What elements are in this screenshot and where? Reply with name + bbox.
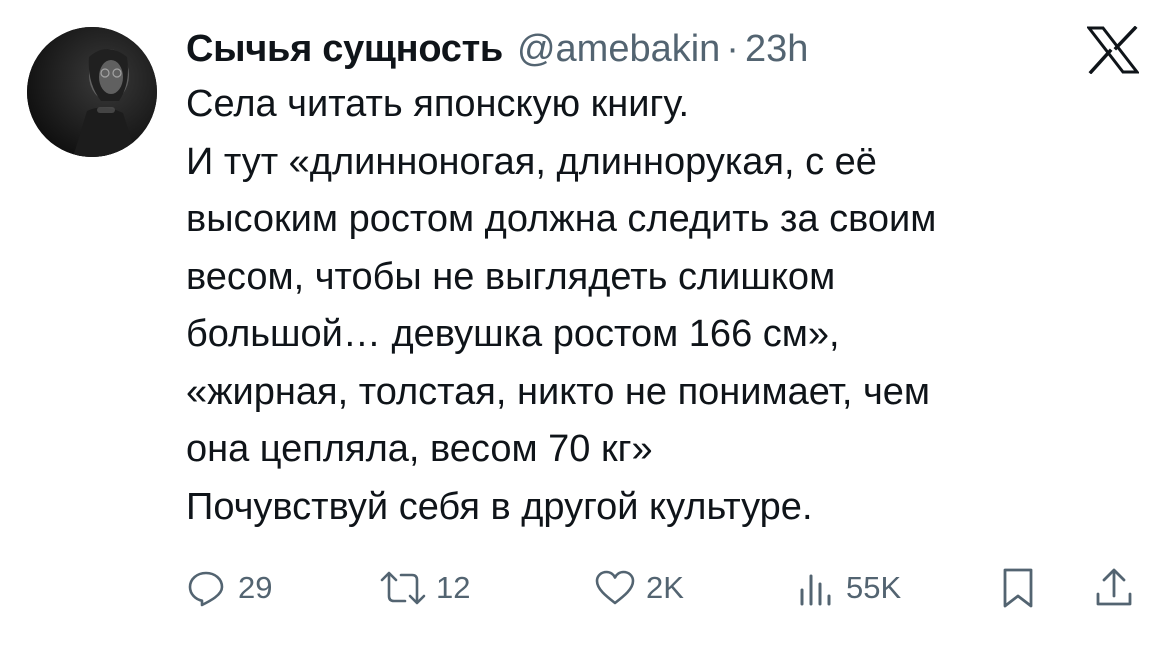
retweet-button[interactable]: 12 <box>378 560 470 616</box>
author-display-name[interactable]: Сычья сущность <box>186 24 503 74</box>
author-handle[interactable]: @amebakin <box>517 24 720 74</box>
reply-icon <box>188 571 224 607</box>
tweet-text-line: Почувствуй себя в другой культуре. <box>186 485 813 528</box>
tweet-text-line: И тут «длинноногая, длиннорукая, с её <box>186 140 877 183</box>
views-chart-icon <box>800 574 831 606</box>
reply-count: 29 <box>238 570 273 605</box>
reply-button[interactable]: 29 <box>186 560 272 616</box>
retweet-icon <box>380 571 426 605</box>
tweet-text-line: Села читать японскую книгу. <box>186 83 690 125</box>
tweet-text-line: большой… девушка ростом 166 см», <box>186 313 840 355</box>
action-bar: 29 12 2K 55K <box>186 560 1146 616</box>
retweet-count: 12 <box>436 570 471 605</box>
tweet-text-line: «жирная, толстая, никто не понимает, чем <box>186 370 931 413</box>
bookmark-icon <box>1003 568 1033 608</box>
tweet-text-line: она цепляла, весом 70 кг» <box>186 428 653 470</box>
tweet-card: Сычья сущность @amebakin · 23h Села чита… <box>0 0 1170 645</box>
tweet-header: Сычья сущность @amebakin · 23h <box>186 24 808 74</box>
views-count: 55K <box>846 570 902 605</box>
share-icon <box>1096 568 1132 606</box>
x-logo-icon <box>1085 25 1141 75</box>
like-count: 2K <box>646 570 684 605</box>
like-button[interactable]: 2K <box>594 560 684 616</box>
tweet-text: Села читать японскую книгу. И тут «длинн… <box>186 76 1146 536</box>
tweet-timestamp[interactable]: 23h <box>745 24 808 74</box>
tweet-text-line: высоким ростом должна следить за своим <box>186 198 937 240</box>
avatar[interactable] <box>27 27 157 157</box>
tweet-text-line: весом, чтобы не выглядеть слишком <box>186 255 836 298</box>
avatar-photo-icon <box>27 27 157 157</box>
header-separator: · <box>726 28 739 70</box>
heart-icon <box>595 570 635 605</box>
bookmark-button[interactable] <box>1000 560 1036 616</box>
share-button[interactable] <box>1094 560 1134 616</box>
views-button[interactable]: 55K <box>796 560 901 616</box>
